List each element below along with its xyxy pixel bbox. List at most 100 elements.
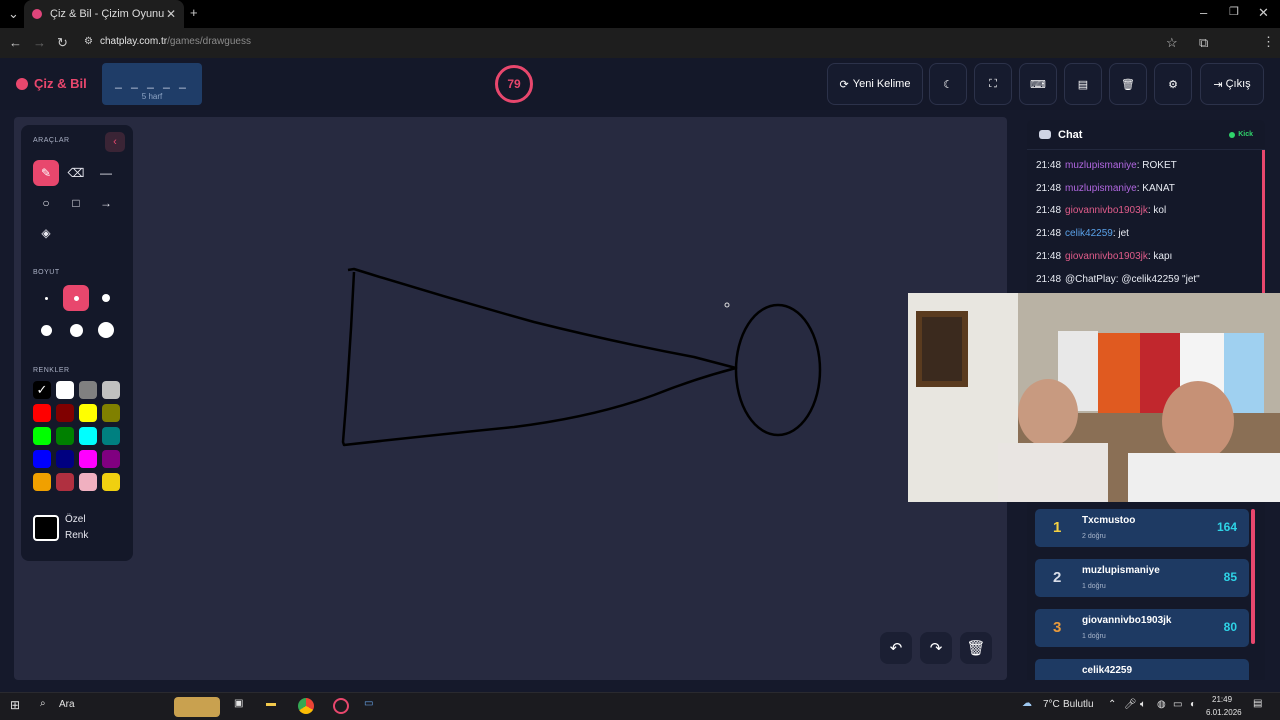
color-swatch[interactable] (79, 381, 97, 399)
new-tab-icon[interactable]: + (190, 5, 198, 20)
circle-icon: ○ (42, 196, 50, 210)
taskbar-search-label[interactable]: Ara (59, 699, 75, 710)
clock-time[interactable]: 21:49 (1212, 695, 1232, 704)
search-icon[interactable]: ⌕ (40, 698, 46, 709)
close-window-icon[interactable]: ✕ (1258, 5, 1269, 21)
drawing-canvas[interactable] (14, 117, 1007, 680)
color-swatch[interactable] (79, 404, 97, 422)
microphone-icon[interactable]: 🎤︎ (1124, 699, 1137, 710)
color-swatch[interactable] (56, 450, 74, 468)
site-info-icon[interactable]: ⚙ (84, 36, 93, 47)
custom-color-button[interactable]: Özel Renk (33, 507, 121, 549)
reload-icon[interactable]: ↻ (57, 35, 68, 51)
collapse-panel-button[interactable]: ‹ (105, 132, 125, 152)
battery-icon[interactable]: ▭ (1173, 699, 1182, 710)
eraser-tool-button[interactable]: ⌫ (63, 160, 89, 186)
rectangle-tool-button[interactable]: □ (63, 190, 89, 216)
player-rank: 1 (1053, 519, 1062, 536)
color-swatch[interactable] (33, 427, 51, 445)
message-user[interactable]: muzlupismaniye (1065, 183, 1137, 194)
back-icon[interactable]: ← (9, 35, 22, 50)
color-swatch[interactable] (33, 473, 51, 491)
browser-tab[interactable]: Çiz & Bil - Çizim Oyunu ✕ (24, 0, 184, 28)
extensions-icon[interactable]: ⧉ (1199, 35, 1208, 51)
custom-color-label-1: Özel (65, 514, 86, 525)
notifications-icon[interactable]: ◐ (1190, 699, 1196, 710)
clock-date[interactable]: 6.01.2026 (1206, 708, 1242, 717)
dark-mode-button[interactable]: ☾ (929, 63, 967, 105)
size-option-3[interactable] (93, 285, 119, 311)
color-swatch[interactable] (33, 404, 51, 422)
pen-icon: ✎ (40, 166, 52, 180)
color-swatch[interactable] (79, 427, 97, 445)
file-explorer-icon[interactable]: ▬ (266, 698, 276, 709)
minimize-icon[interactable]: – (1200, 5, 1207, 20)
undo-button[interactable]: ↶ (880, 632, 912, 664)
size-option-2[interactable] (63, 285, 89, 311)
color-swatch[interactable] (102, 450, 120, 468)
message-user[interactable]: giovannivbo1903jk (1065, 251, 1148, 262)
weather-temp[interactable]: 7°C (1043, 699, 1060, 710)
circle-tool-button[interactable]: ○ (33, 190, 59, 216)
status-dot (1229, 131, 1236, 138)
message-user[interactable]: muzlupismaniye (1065, 160, 1137, 171)
color-swatch[interactable] (79, 473, 97, 491)
color-swatch[interactable] (102, 404, 120, 422)
tab-close-icon[interactable]: ✕ (166, 7, 176, 21)
color-swatch[interactable] (102, 427, 120, 445)
color-swatch[interactable] (56, 427, 74, 445)
forward-icon[interactable]: → (33, 35, 46, 50)
speaker-icon[interactable]: 🔈︎ (1140, 699, 1146, 710)
line-tool-button[interactable]: — (93, 160, 119, 186)
archive-button[interactable]: ▤ (1064, 63, 1102, 105)
colors-title: RENKLER (33, 367, 70, 374)
clear-canvas-button[interactable]: 🗑 (960, 632, 992, 664)
player-name: giovannivbo1903jk (1082, 615, 1172, 626)
trash-icon: 🗑 (1121, 78, 1135, 91)
notification-center-icon[interactable]: ▤ (1253, 698, 1262, 709)
message-user[interactable]: giovannivbo1903jk (1065, 205, 1148, 216)
size-option-1[interactable] (33, 285, 59, 311)
chrome-icon[interactable] (298, 698, 314, 714)
keyboard-button[interactable]: ⌨ (1019, 63, 1057, 105)
size-option-6[interactable] (93, 317, 119, 343)
tray-chevron-icon[interactable]: ⌃ (1108, 699, 1116, 710)
leaderboard-row: 1 Txcmustoo 2 doğru 164 (1035, 509, 1249, 547)
pen-tool-button[interactable]: ✎ (33, 160, 59, 186)
size-option-4[interactable] (33, 317, 59, 343)
color-swatch[interactable] (102, 473, 120, 491)
task-view-icon[interactable]: ▣ (234, 698, 243, 709)
fill-tool-button[interactable]: ◈ (33, 220, 59, 246)
color-swatch[interactable] (56, 473, 74, 491)
browser-menu-icon[interactable]: ⋮ (1262, 34, 1275, 50)
color-swatch[interactable] (56, 381, 74, 399)
clear-button[interactable]: 🗑 (1109, 63, 1147, 105)
color-swatch[interactable] (102, 381, 120, 399)
url-field[interactable]: chatplay.com.tr/games/drawguess (100, 36, 251, 47)
bookmark-star-icon[interactable]: ☆ (1166, 35, 1178, 51)
redo-button[interactable]: ↷ (920, 632, 952, 664)
color-swatch-selected[interactable]: ✓ (33, 381, 51, 399)
redo-icon: ↷ (929, 640, 943, 657)
color-swatch[interactable] (56, 404, 74, 422)
obs-icon[interactable] (333, 698, 349, 714)
fullscreen-button[interactable]: ⛶ (974, 63, 1012, 105)
leaderboard-scrollbar[interactable] (1251, 509, 1255, 644)
restore-icon[interactable]: ❐ (1229, 5, 1239, 18)
weather-text[interactable]: Bulutlu (1063, 699, 1094, 710)
chat-scrollbar[interactable] (1262, 150, 1265, 295)
windows-start-icon[interactable]: ⊞ (10, 698, 20, 712)
network-icon[interactable]: ◍ (1157, 699, 1166, 710)
size-option-5[interactable] (63, 317, 89, 343)
settings-button[interactable]: ⚙ (1154, 63, 1192, 105)
tab-list-icon[interactable]: ⌄ (8, 6, 19, 22)
arrow-tool-button[interactable]: → (93, 190, 119, 216)
color-swatch[interactable] (79, 450, 97, 468)
new-word-button[interactable]: ⟳ Yeni Kelime (827, 63, 923, 105)
trash-icon: 🗑 (966, 640, 986, 657)
color-swatch[interactable] (33, 450, 51, 468)
exit-button[interactable]: ⇥ Çıkış (1200, 63, 1264, 105)
app-window-icon[interactable]: ▭ (364, 698, 373, 709)
chat-message: 21:48 celik42259: jet (1036, 228, 1129, 239)
message-user[interactable]: celik42259 (1065, 228, 1113, 239)
